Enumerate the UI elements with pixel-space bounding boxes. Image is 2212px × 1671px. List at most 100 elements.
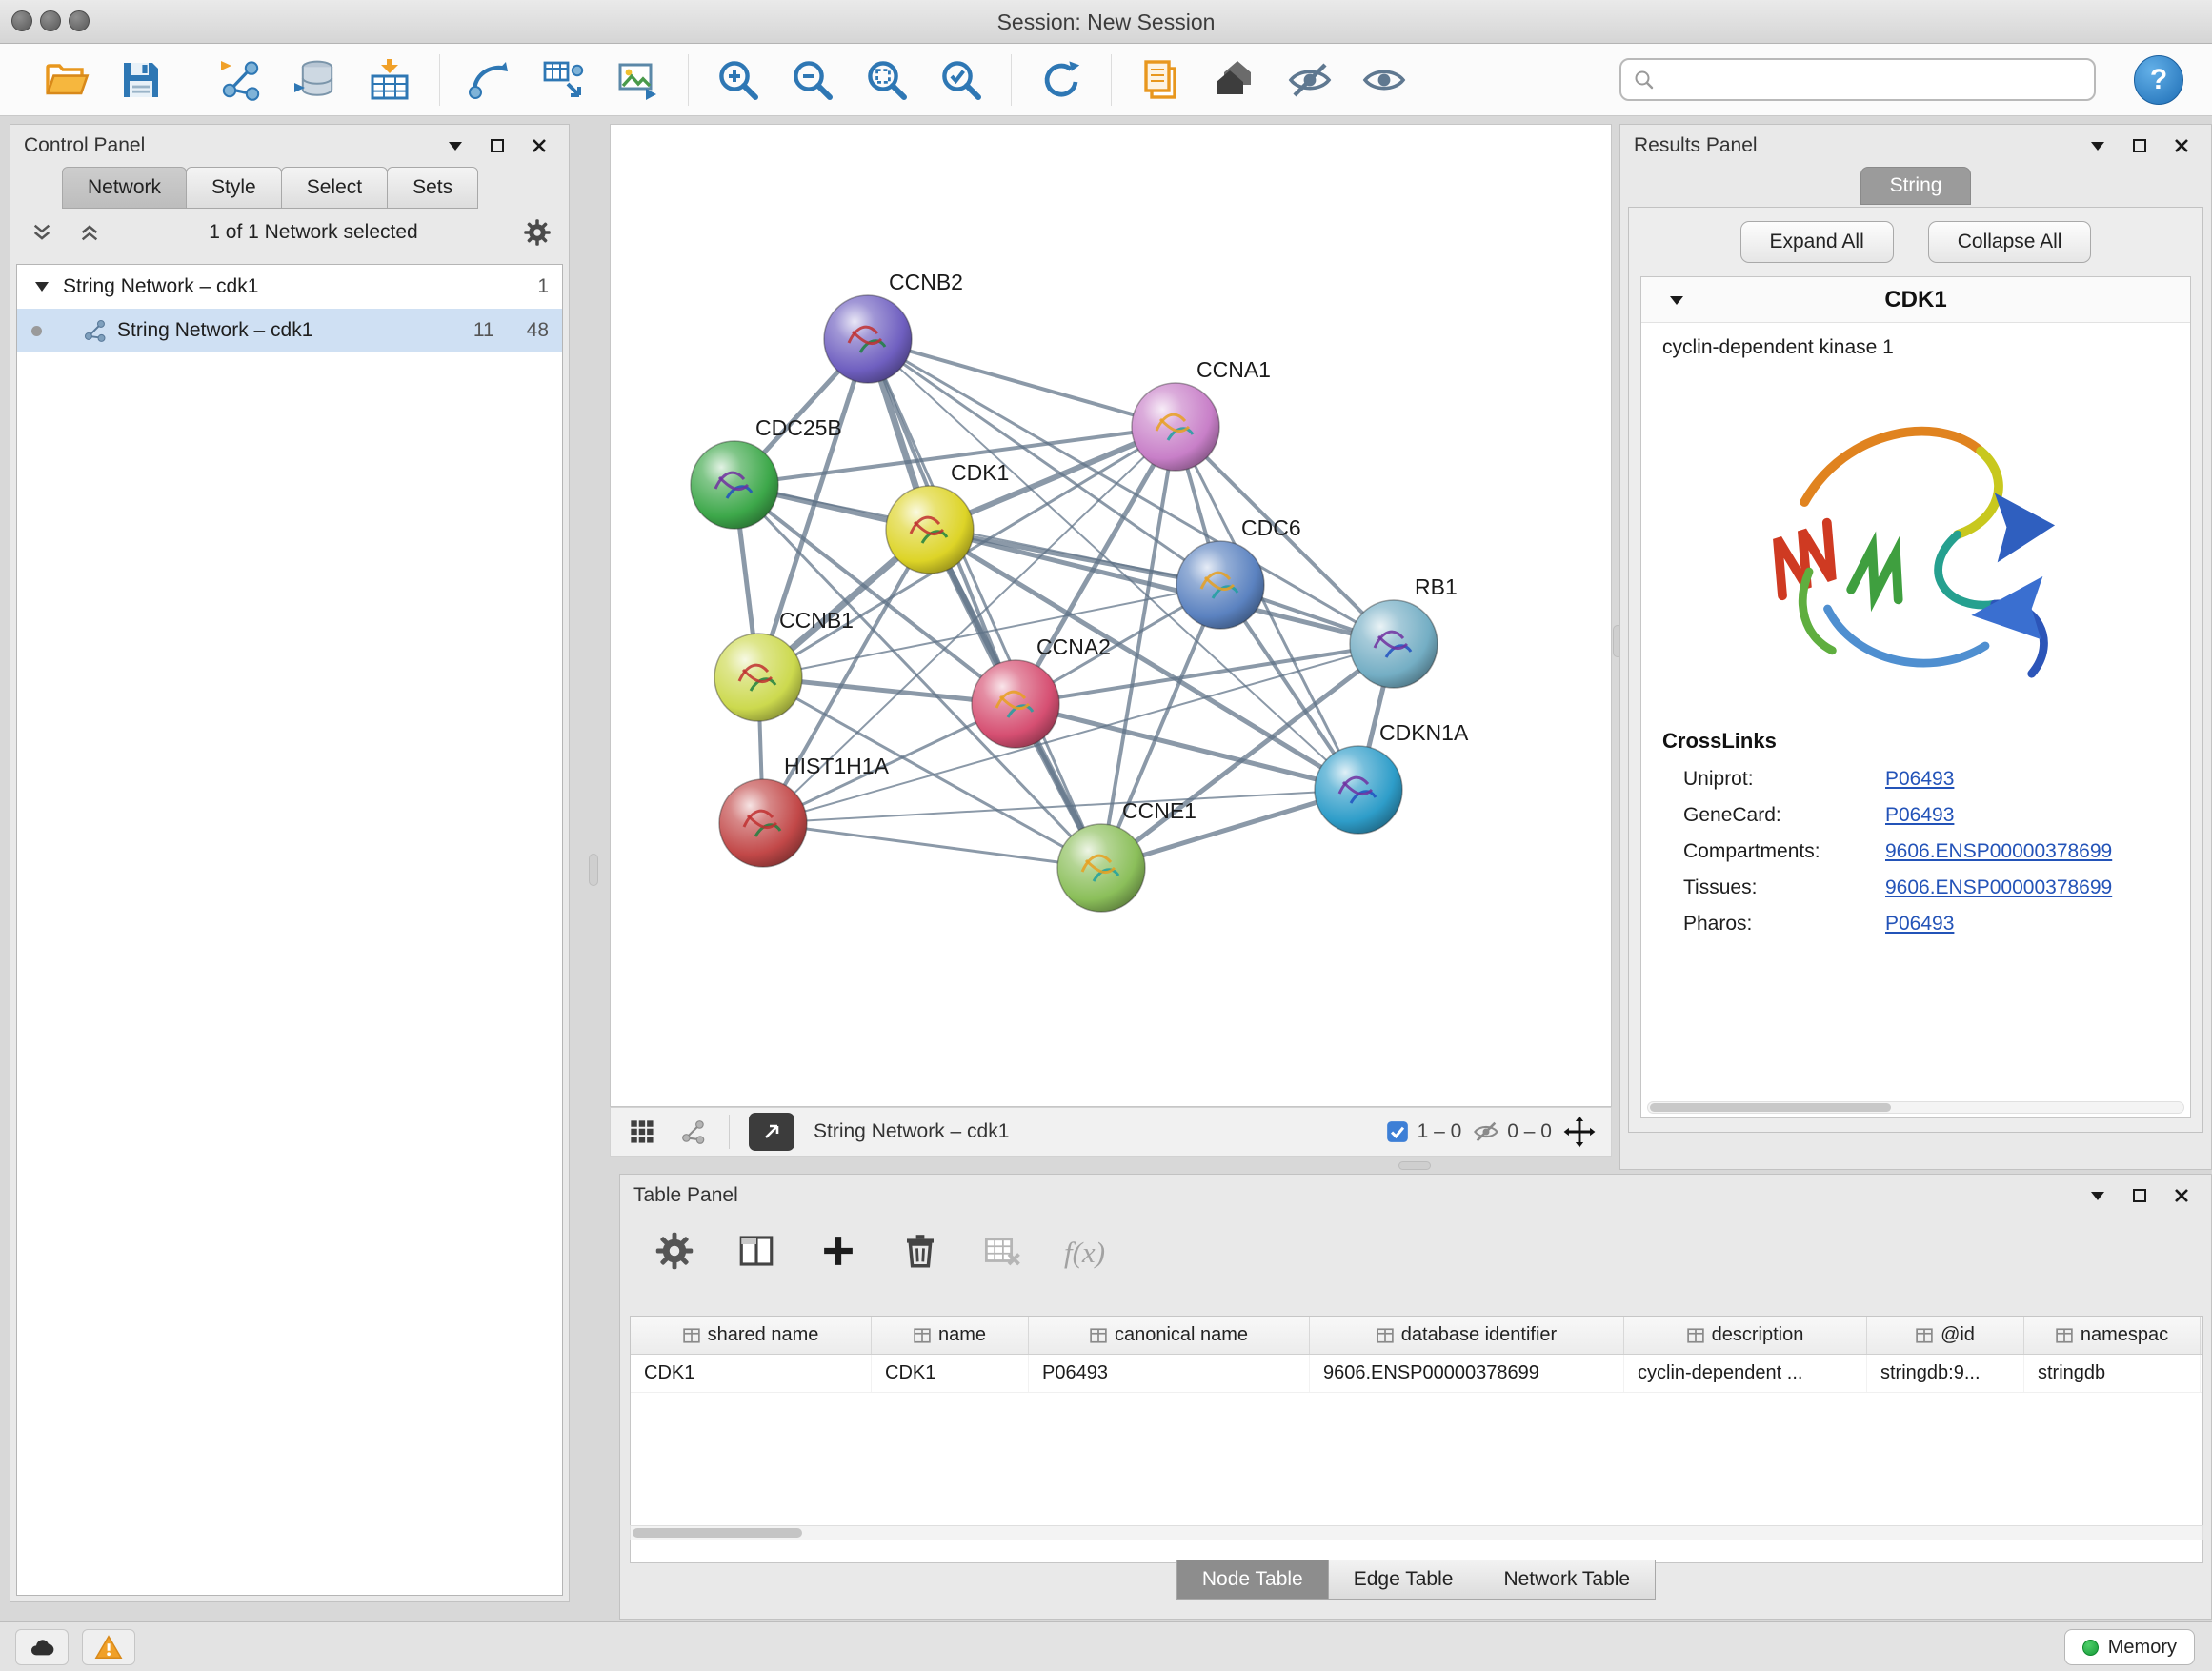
zoom-selected-icon[interactable] [936, 55, 986, 105]
vertical-splitter-left[interactable] [589, 854, 598, 886]
edge-HIST1H1A-CCNE1[interactable] [763, 823, 1101, 868]
crosslink-link[interactable]: P06493 [1885, 804, 1954, 827]
memory-button[interactable]: Memory [2064, 1629, 2195, 1665]
table-row[interactable]: CDK1CDK1P064939606.ENSP00000378699cyclin… [631, 1355, 2202, 1393]
panel-menu-icon[interactable] [2081, 1181, 2114, 1210]
crosslink-link[interactable]: 9606.ENSP00000378699 [1885, 840, 2112, 863]
close-panel-icon[interactable] [523, 131, 555, 160]
grid-view-icon[interactable] [626, 1117, 658, 1146]
close-panel-icon[interactable] [2165, 131, 2198, 160]
warning-icon[interactable] [82, 1629, 135, 1665]
pan-crosshair-icon[interactable] [1563, 1116, 1596, 1148]
copy-icon[interactable] [1136, 55, 1186, 105]
network-share-icon[interactable] [677, 1117, 710, 1146]
new-network-icon[interactable] [465, 55, 514, 105]
add-column-icon[interactable] [818, 1231, 858, 1276]
search-icon [1633, 69, 1656, 91]
column-header-name[interactable]: name [872, 1317, 1029, 1354]
selected-checkbox-icon[interactable] [1385, 1119, 1410, 1144]
horizontal-splitter[interactable] [1398, 1161, 1431, 1170]
tab-node-table[interactable]: Node Table [1176, 1560, 1329, 1600]
table-horizontal-scrollbar[interactable] [630, 1525, 2203, 1540]
edge-CCNB2-CCNA1[interactable] [868, 339, 1176, 427]
panel-menu-icon[interactable] [439, 131, 472, 160]
table-cell: CDK1 [631, 1355, 872, 1392]
node-CDK1[interactable] [886, 486, 974, 574]
node-CCNA1[interactable] [1132, 383, 1219, 471]
float-panel-icon[interactable] [2123, 131, 2156, 160]
column-header-database-identifier[interactable]: database identifier [1310, 1317, 1624, 1354]
node-CDC6[interactable] [1176, 541, 1264, 629]
hide-selected-eye-slash-icon[interactable] [1285, 55, 1335, 105]
column-header-shared-name[interactable]: shared name [631, 1317, 872, 1354]
import-network-from-database-icon[interactable] [291, 55, 340, 105]
edge-CDC6-CCNE1[interactable] [1101, 585, 1220, 868]
network-row[interactable]: String Network – cdk1 11 48 [17, 309, 562, 352]
node-CCNB2[interactable] [824, 295, 912, 383]
tab-network-table[interactable]: Network Table [1478, 1560, 1656, 1600]
edge-CDK1-RB1[interactable] [930, 530, 1394, 644]
edge-CCNB2-CCNE1[interactable] [868, 339, 1101, 868]
collapse-all-tree-icon[interactable] [26, 218, 58, 247]
node-CCNB1[interactable] [714, 634, 802, 721]
card-horizontal-scrollbar[interactable] [1647, 1101, 2184, 1114]
panel-menu-icon[interactable] [2081, 131, 2114, 160]
collapse-all-button[interactable]: Collapse All [1928, 221, 2092, 263]
close-panel-icon[interactable] [2165, 1181, 2198, 1210]
import-table-from-file-icon[interactable] [365, 55, 414, 105]
tab-edge-table[interactable]: Edge Table [1328, 1560, 1479, 1600]
node-CDC25B[interactable] [691, 441, 778, 529]
table-settings-gear-icon[interactable] [654, 1231, 694, 1276]
gear-icon[interactable] [521, 218, 553, 247]
apply-layout-icon[interactable] [1036, 55, 1086, 105]
crosslink-link[interactable]: P06493 [1885, 913, 1954, 936]
open-in-window-button[interactable] [749, 1113, 794, 1151]
zoom-out-icon[interactable] [788, 55, 837, 105]
column-header-canonical-name[interactable]: canonical name [1029, 1317, 1310, 1354]
hidden-eye-slash-icon[interactable] [1473, 1118, 1499, 1145]
tab-sets[interactable]: Sets [387, 167, 478, 209]
node-label-CDC25B: CDC25B [755, 415, 842, 440]
network-from-table-icon[interactable] [539, 55, 589, 105]
help-button[interactable]: ? [2134, 55, 2183, 105]
tab-select[interactable]: Select [281, 167, 388, 209]
delete-column-trash-icon[interactable] [900, 1231, 940, 1276]
show-columns-icon[interactable] [736, 1231, 776, 1276]
network-collection-row[interactable]: String Network – cdk1 1 [17, 265, 562, 309]
node-HIST1H1A[interactable] [719, 779, 807, 867]
column-header-description[interactable]: description [1624, 1317, 1867, 1354]
tab-network[interactable]: Network [62, 167, 187, 209]
crosslink-link[interactable]: P06493 [1885, 768, 1954, 791]
network-canvas[interactable]: CCNB2CCNA1CDC25BCDK1CDC6RB1CCNB1CCNA2CDK… [610, 124, 1612, 1107]
tree-expand-icon[interactable] [30, 272, 53, 301]
node-RB1[interactable] [1350, 600, 1438, 688]
import-network-from-file-icon[interactable] [216, 55, 266, 105]
expand-all-tree-icon[interactable] [73, 218, 106, 247]
node-CCNA2[interactable] [972, 660, 1059, 748]
column-header-namespac[interactable]: namespac [2024, 1317, 2201, 1354]
show-all-eye-icon[interactable] [1359, 55, 1409, 105]
float-panel-icon[interactable] [2123, 1181, 2156, 1210]
delete-table-icon[interactable] [982, 1231, 1022, 1276]
tab-style[interactable]: Style [186, 167, 282, 209]
export-image-icon[interactable] [613, 55, 663, 105]
open-session-icon[interactable] [42, 55, 91, 105]
zoom-in-icon[interactable] [714, 55, 763, 105]
column-header-@id[interactable]: @id [1867, 1317, 2024, 1354]
control-panel: Control Panel NetworkStyleSelectSets 1 o… [10, 124, 570, 1602]
results-panel: Results Panel String Expand All Collapse… [1619, 124, 2212, 1170]
search-box[interactable] [1619, 58, 2096, 101]
expand-all-button[interactable]: Expand All [1740, 221, 1894, 263]
zoom-fit-icon[interactable] [862, 55, 912, 105]
cloud-icon[interactable] [15, 1629, 69, 1665]
houses-icon[interactable] [1211, 55, 1260, 105]
node-CDKN1A[interactable] [1315, 746, 1402, 834]
float-panel-icon[interactable] [481, 131, 513, 160]
function-builder-icon[interactable]: f(x) [1064, 1236, 1105, 1270]
tab-string[interactable]: String [1860, 167, 1971, 205]
crosslink-link[interactable]: 9606.ENSP00000378699 [1885, 876, 2112, 899]
search-input[interactable] [1665, 69, 2082, 91]
save-session-icon[interactable] [116, 55, 166, 105]
node-CCNE1[interactable] [1057, 824, 1145, 912]
control-panel-tabs: NetworkStyleSelectSets [10, 167, 569, 209]
